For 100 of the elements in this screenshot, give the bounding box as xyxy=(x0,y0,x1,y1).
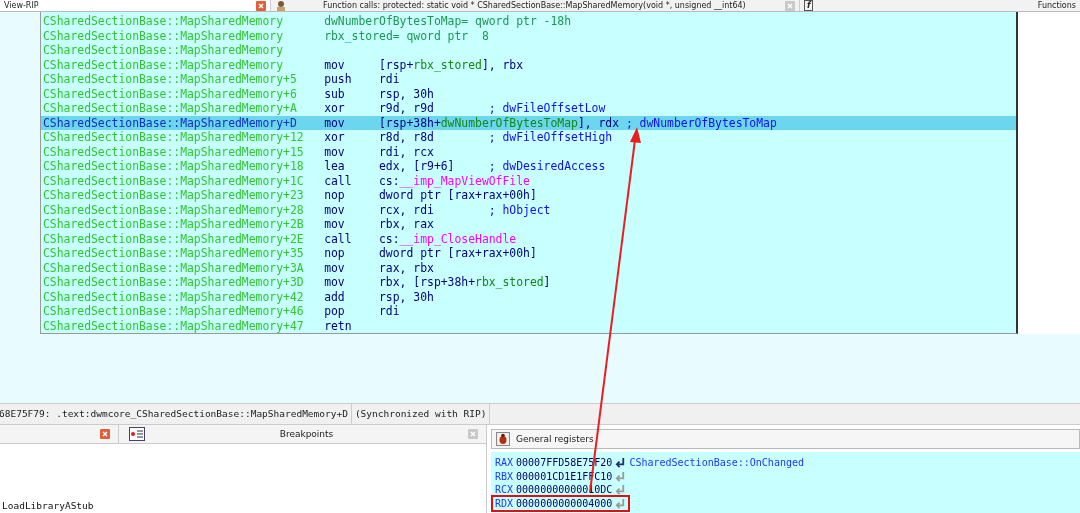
sync-status: (Synchronized with RIP) xyxy=(351,404,491,424)
code-line[interactable]: CSharedSectionBase::MapSharedMemory+6 sub rsp, 30h xyxy=(41,86,1016,101)
address-label: CSharedSectionBase::MapSharedMemory+1C xyxy=(43,173,305,188)
comment: ; dwFileOffsetLow xyxy=(488,101,606,116)
operands: rsp, 30h xyxy=(379,86,435,101)
address-label: CSharedSectionBase::MapSharedMemory+2B xyxy=(43,217,305,232)
mnemonic: mov xyxy=(324,57,346,72)
person-icon xyxy=(275,0,287,11)
operands: rbx, rax xyxy=(379,217,435,232)
code-line[interactable]: CSharedSectionBase::MapSharedMemory+28 mov rcx, rdi ; hObject xyxy=(41,202,1016,217)
register-target: CSharedSectionBase::OnChanged xyxy=(629,457,804,469)
breakpoint-item[interactable]: LoadLibraryAStub xyxy=(2,500,94,511)
code-line[interactable]: CSharedSectionBase::MapSharedMemory+47 retn xyxy=(41,318,1016,333)
register-name: RDX xyxy=(495,497,514,509)
bug-icon xyxy=(496,432,510,446)
mnemonic: mov xyxy=(324,202,346,217)
address-label: CSharedSectionBase::MapSharedMemory xyxy=(43,28,285,43)
code-line[interactable]: CSharedSectionBase::MapSharedMemory+12 xor r8d, r8d ; dwFileOffsetHigh xyxy=(41,130,1016,145)
tab[interactable]: View-RIP xyxy=(0,0,271,11)
address-label: CSharedSectionBase::MapSharedMemory+2E xyxy=(43,231,305,246)
mnemonic: xor xyxy=(324,130,346,145)
operands: rbx, [rsp+38h+rbx_stored] xyxy=(379,275,551,290)
tab[interactable]: Function calls: protected: static void * CSharedSectionBase::MapSharedMemory(void *, unsigned __int64) xyxy=(271,0,800,11)
function-icon[interactable]: f xyxy=(804,0,814,11)
comment: ; dwFileOffsetHigh xyxy=(488,130,613,145)
address-label: CSharedSectionBase::MapSharedMemory+15 xyxy=(43,144,305,159)
location-text: 68E75F79: .text:dwmcore_CSharedSectionBase::MapSharedMemory+D xyxy=(0,404,352,424)
operands: rdi xyxy=(379,72,401,87)
mnemonic: nop xyxy=(324,188,346,203)
operands: r9d, r9d xyxy=(379,101,435,116)
mnemonic: mov xyxy=(324,144,346,159)
mnemonic: mov xyxy=(324,260,346,275)
register-value: 0000000000004000 xyxy=(516,497,613,509)
mnemonic: pop xyxy=(324,304,346,319)
operands: [rsp+38h+dwNumberOfBytesToMap], rdx xyxy=(379,115,620,130)
operands: rdi, rcx xyxy=(379,144,435,159)
address-label: CSharedSectionBase::MapSharedMemory+12 xyxy=(43,130,305,145)
address-label: CSharedSectionBase::MapSharedMemory+47 xyxy=(43,318,305,333)
code-line[interactable]: CSharedSectionBase::MapSharedMemory+2E call cs:__imp_CloseHandle xyxy=(41,231,1016,246)
stack-variable: dwNumberOfBytesToMap= qword ptr -18h xyxy=(324,14,572,29)
mnemonic: call xyxy=(324,173,353,188)
operands: cs:__imp_CloseHandle xyxy=(379,231,517,246)
mnemonic: mov xyxy=(324,217,346,232)
mnemonic: nop xyxy=(324,246,346,261)
mnemonic: push xyxy=(324,72,353,87)
address-label: CSharedSectionBase::MapSharedMemory+18 xyxy=(43,159,305,174)
register-name: RBX xyxy=(495,470,514,482)
code-line[interactable]: CSharedSectionBase::MapSharedMemory+46 pop rdi xyxy=(41,304,1016,319)
return-arrow-icon[interactable] xyxy=(615,457,627,469)
address-label: CSharedSectionBase::MapSharedMemory+A xyxy=(43,101,298,116)
address-label: CSharedSectionBase::MapSharedMemory+3A xyxy=(43,260,305,275)
operands: r8d, r8d xyxy=(379,130,435,145)
operands: rcx, rdi xyxy=(379,202,435,217)
operands: edx, [r9+6] xyxy=(379,159,456,174)
comment: ; hObject xyxy=(488,202,551,217)
code-line[interactable]: CSharedSectionBase::MapSharedMemory+18 lea edx, [r9+6] ; dwDesiredAccess xyxy=(41,159,1016,174)
operands: cs:__imp_MapViewOfFile xyxy=(379,173,530,188)
operands: rsp, 30h xyxy=(379,289,435,304)
mnemonic: xor xyxy=(324,101,346,116)
mnemonic: call xyxy=(324,231,353,246)
register-value: 00000000000010DC xyxy=(516,484,613,496)
address-label: CSharedSectionBase::MapSharedMemory+3D xyxy=(43,275,305,290)
register-name: RCX xyxy=(495,484,514,496)
address-label: CSharedSectionBase::MapSharedMemory xyxy=(43,14,285,29)
operands: rdi xyxy=(379,304,401,319)
code-line[interactable]: CSharedSectionBase::MapSharedMemory mov [rsp+rbx_stored], rbx xyxy=(41,57,1016,72)
address-label: CSharedSectionBase::MapSharedMemory xyxy=(43,43,285,58)
mnemonic: retn xyxy=(324,318,353,333)
code-line[interactable]: CSharedSectionBase::MapSharedMemory+2B mov rbx, rax xyxy=(41,217,1016,232)
code-line[interactable]: CSharedSectionBase::MapSharedMemory+42 add rsp, 30h xyxy=(41,289,1016,304)
stack-variable: rbx_stored= qword ptr 8 xyxy=(324,28,489,43)
address-label: CSharedSectionBase::MapSharedMemory xyxy=(43,57,285,72)
code-line[interactable]: CSharedSectionBase::MapSharedMemory+15 mov rdi, rcx xyxy=(41,144,1016,159)
mnemonic: mov xyxy=(324,275,346,290)
operands: rax, rbx xyxy=(379,260,435,275)
code-line[interactable]: CSharedSectionBase::MapSharedMemory+1C call cs:__imp_MapViewOfFile xyxy=(41,173,1016,188)
register-name: RAX xyxy=(495,457,514,469)
close-icon[interactable] xyxy=(100,429,110,439)
mnemonic: sub xyxy=(324,86,346,101)
address-label: CSharedSectionBase::MapSharedMemory+5 xyxy=(43,72,298,87)
code-line[interactable]: CSharedSectionBase::MapSharedMemory+3D mov rbx, [rsp+38h+rbx_stored] xyxy=(41,275,1016,290)
operands: [rsp+rbx_stored], rbx xyxy=(379,57,524,72)
mnemonic: add xyxy=(324,289,346,304)
address-label: CSharedSectionBase::MapSharedMemory+D xyxy=(43,115,298,130)
tab[interactable]: f Functions xyxy=(800,0,1080,11)
address-label: CSharedSectionBase::MapSharedMemory+46 xyxy=(43,304,305,319)
code-line[interactable]: CSharedSectionBase::MapSharedMemory+A xor r9d, r9d ; dwFileOffsetLow xyxy=(41,101,1016,116)
address-label: CSharedSectionBase::MapSharedMemory+42 xyxy=(43,289,305,304)
tab-title: Function calls: protected: static void * CSharedSectionBase::MapSharedMemory(void *, unsigned __int64) xyxy=(323,0,746,11)
code-line[interactable]: CSharedSectionBase::MapSharedMemory+35 nop dword ptr [rax+rax+00h] xyxy=(41,246,1016,261)
comment: ; dwDesiredAccess xyxy=(488,159,606,174)
operands: dword ptr [rax+rax+00h] xyxy=(379,188,537,203)
comment: ; dwNumberOfBytesToMap xyxy=(625,115,777,130)
code-line[interactable]: CSharedSectionBase::MapSharedMemory+23 nop dword ptr [rax+rax+00h] xyxy=(41,188,1016,203)
code-line[interactable]: CSharedSectionBase::MapSharedMemory+5 push rdi xyxy=(41,72,1016,87)
code-line[interactable]: CSharedSectionBase::MapSharedMemory+3A mov rax, rbx xyxy=(41,260,1016,275)
mnemonic: mov xyxy=(324,115,346,130)
address-label: CSharedSectionBase::MapSharedMemory+35 xyxy=(43,246,305,261)
close-icon[interactable] xyxy=(256,0,266,11)
mnemonic: lea xyxy=(324,159,346,174)
